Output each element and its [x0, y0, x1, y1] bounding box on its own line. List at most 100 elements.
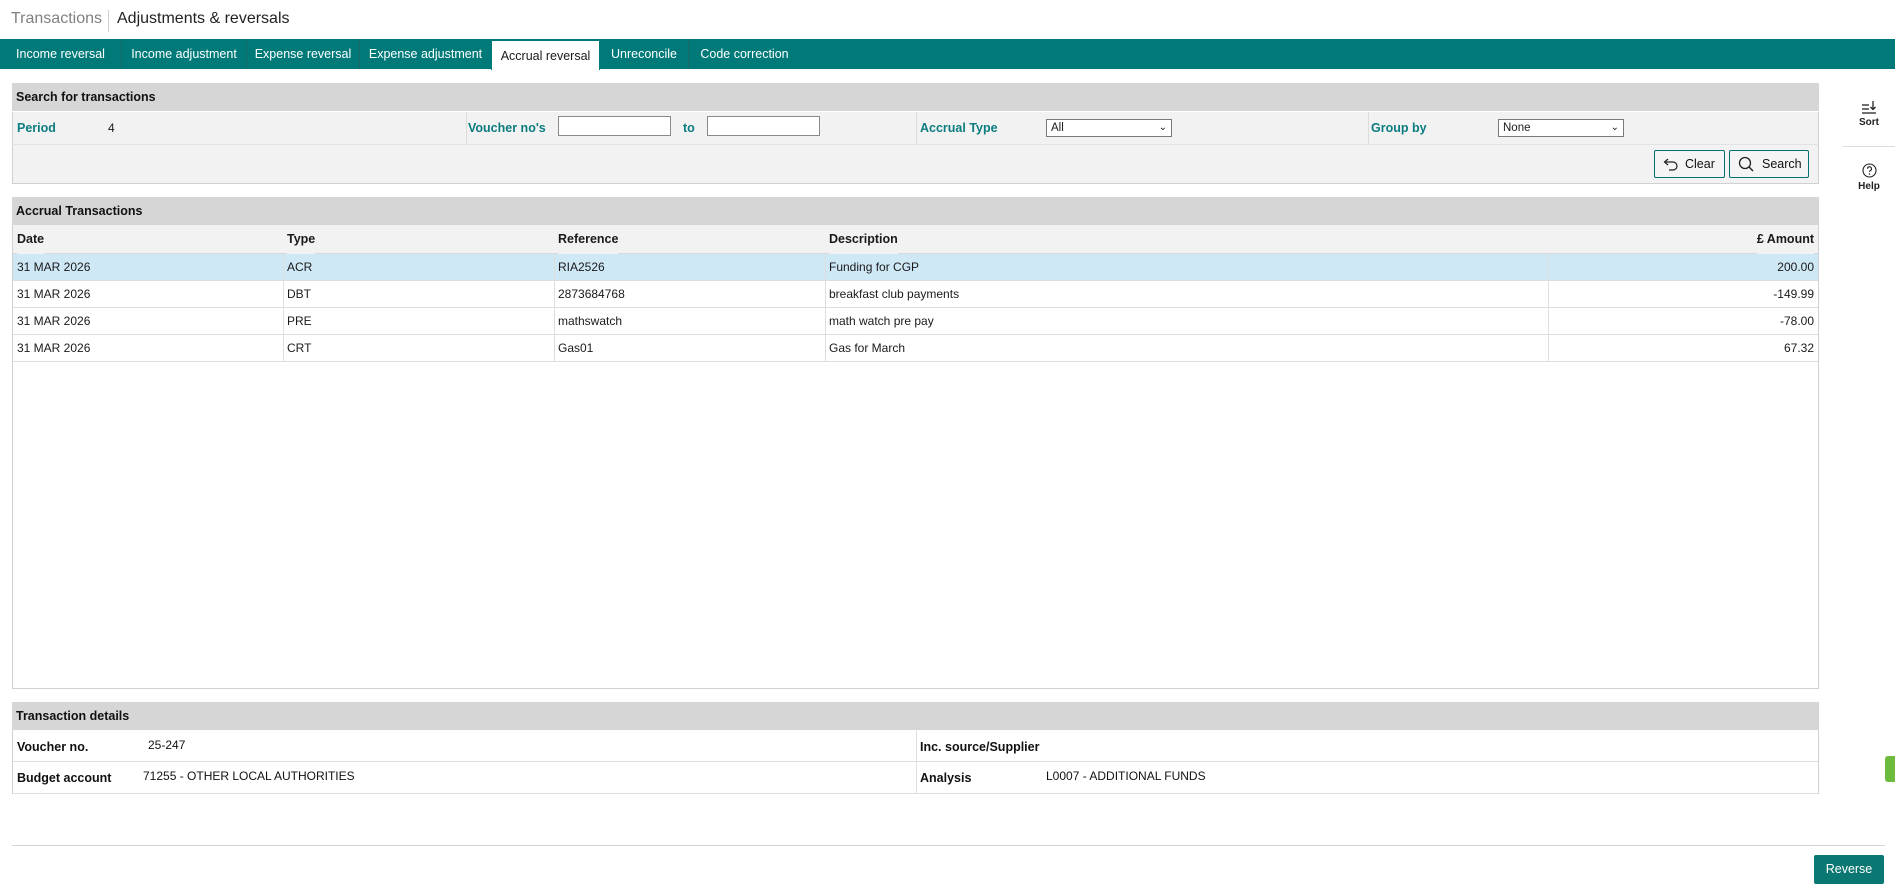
voucher-to-label: to — [683, 121, 695, 135]
voucher-no-label: Voucher no. — [17, 740, 89, 754]
voucher-label: Voucher no's — [468, 121, 546, 135]
column-header-reference[interactable]: Reference — [558, 225, 619, 254]
cell-divider — [825, 335, 826, 361]
cell-divider — [283, 335, 284, 361]
cell-divider — [554, 281, 555, 307]
cell-description: math watch pre pay — [829, 314, 934, 328]
undo-icon — [1663, 158, 1678, 171]
cell-divider — [554, 335, 555, 361]
column-header-amount[interactable]: £ Amount — [1756, 225, 1814, 254]
page-header: Transactions Adjustments & reversals — [0, 0, 1895, 39]
cell-description: breakfast club payments — [829, 287, 960, 301]
table-row[interactable]: 31 MAR 2026 PRE mathswatch math watch pr… — [13, 308, 1818, 335]
sort-label: Sort — [1859, 117, 1879, 128]
footer-divider — [12, 845, 1885, 846]
cell-type: CRT — [287, 341, 312, 355]
tab-expense-adjustment[interactable]: Expense adjustment — [360, 39, 491, 69]
cell-divider — [1548, 308, 1549, 334]
analysis-value: L0007 - ADDITIONAL FUNDS — [1046, 769, 1206, 783]
cell-type: ACR — [287, 260, 313, 274]
tab-income-adjustment[interactable]: Income adjustment — [122, 39, 247, 69]
search-actions-row: Clear Search — [12, 144, 1819, 184]
cell-divider — [825, 254, 826, 280]
cell-reference: 2873684768 — [558, 287, 625, 301]
budget-account-label: Budget account — [17, 771, 112, 785]
cell-divider — [1548, 281, 1549, 307]
group-by-label: Group by — [1371, 121, 1427, 135]
column-header-type[interactable]: Type — [287, 225, 316, 254]
transaction-details: Voucher no. 25-247 Inc. source/Supplier … — [12, 730, 1819, 794]
voucher-to-input[interactable] — [707, 116, 820, 136]
chevron-down-icon: ⌄ — [1158, 122, 1167, 133]
tab-expense-reversal[interactable]: Expense reversal — [247, 39, 360, 69]
details-panel-title: Transaction details — [12, 702, 1819, 730]
accrual-type-value: All — [1051, 122, 1064, 134]
cell-date: 31 MAR 2026 — [17, 341, 91, 355]
cell-divider — [554, 308, 555, 334]
cell-type: DBT — [287, 287, 311, 301]
group-by-select[interactable]: None ⌄ — [1498, 119, 1624, 137]
transactions-table: Date Type Reference Description £ Amount… — [12, 225, 1819, 689]
divider — [916, 730, 917, 762]
feedback-tab[interactable] — [1885, 756, 1895, 782]
clear-button[interactable]: Clear — [1654, 150, 1725, 178]
sort-button[interactable]: Sort — [1843, 100, 1895, 128]
cell-description: Funding for CGP — [829, 260, 920, 274]
cell-amount: 200.00 — [1777, 260, 1814, 274]
period-label: Period — [17, 121, 56, 135]
cell-amount: -149.99 — [1773, 287, 1814, 301]
column-header-date[interactable]: Date — [17, 225, 45, 254]
table-row[interactable]: 31 MAR 2026 DBT 2873684768 breakfast clu… — [13, 281, 1818, 308]
help-icon — [1861, 163, 1877, 178]
help-button[interactable]: Help — [1843, 163, 1895, 192]
help-label: Help — [1858, 181, 1880, 192]
search-panel-title: Search for transactions — [12, 83, 1819, 111]
search-icon — [1738, 156, 1754, 172]
transactions-panel-title: Accrual Transactions — [12, 197, 1819, 225]
accrual-type-label: Accrual Type — [920, 121, 998, 135]
tab-unreconcile[interactable]: Unreconcile — [600, 39, 689, 69]
search-button[interactable]: Search — [1729, 150, 1809, 178]
column-header-description[interactable]: Description — [829, 225, 898, 254]
sort-icon — [1862, 101, 1876, 114]
sidebar-divider — [1843, 146, 1895, 147]
breadcrumb-separator — [108, 10, 109, 32]
tab-bar: Income reversal Income adjustment Expens… — [0, 39, 1895, 70]
cell-date: 31 MAR 2026 — [17, 287, 91, 301]
tab-income-reversal[interactable]: Income reversal — [0, 39, 122, 69]
tab-accrual-reversal[interactable]: Accrual reversal — [491, 40, 600, 70]
budget-account-value: 71255 - OTHER LOCAL AUTHORITIES — [143, 769, 355, 783]
cell-divider — [554, 254, 555, 280]
table-row[interactable]: 31 MAR 2026 ACR RIA2526 Funding for CGP … — [13, 254, 1818, 281]
cell-divider — [283, 281, 284, 307]
cell-date: 31 MAR 2026 — [17, 260, 91, 274]
cell-amount: 67.32 — [1783, 341, 1814, 355]
cell-divider — [1548, 254, 1549, 280]
divider — [1368, 112, 1369, 144]
voucher-from-input[interactable] — [558, 116, 671, 136]
cell-divider — [825, 281, 826, 307]
divider — [916, 762, 917, 794]
divider — [916, 112, 917, 144]
chevron-down-icon: ⌄ — [1610, 122, 1619, 133]
table-row[interactable]: 31 MAR 2026 CRT Gas01 Gas for March 67.3… — [13, 335, 1818, 362]
details-row: Voucher no. 25-247 Inc. source/Supplier — [13, 730, 1818, 762]
search-criteria-row: Period 4 Voucher no's to Accrual Type Al… — [12, 112, 1819, 144]
reverse-button[interactable]: Reverse — [1814, 855, 1884, 884]
group-by-value: None — [1503, 122, 1531, 134]
cell-reference: mathswatch — [558, 314, 623, 328]
tab-code-correction[interactable]: Code correction — [689, 39, 800, 69]
page-title: Adjustments & reversals — [117, 10, 290, 27]
breadcrumb-parent[interactable]: Transactions — [11, 10, 102, 28]
details-row: Budget account 71255 - OTHER LOCAL AUTHO… — [13, 762, 1818, 794]
cell-divider — [283, 254, 284, 280]
analysis-label: Analysis — [920, 771, 972, 785]
supplier-label: Inc. source/Supplier — [920, 740, 1040, 754]
period-value: 4 — [108, 121, 115, 135]
cell-type: PRE — [287, 314, 312, 328]
cell-reference: Gas01 — [558, 341, 594, 355]
cell-reference: RIA2526 — [558, 260, 605, 274]
cell-description: Gas for March — [829, 341, 906, 355]
accrual-type-select[interactable]: All ⌄ — [1046, 119, 1172, 137]
table-header: Date Type Reference Description £ Amount — [13, 225, 1818, 254]
